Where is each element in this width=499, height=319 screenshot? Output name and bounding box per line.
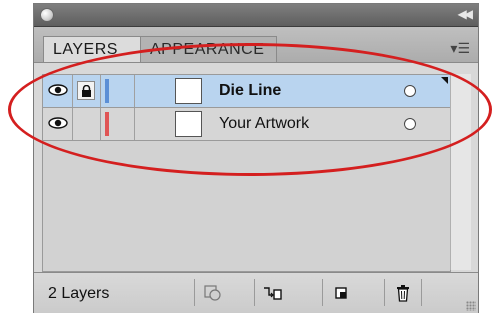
layers-list: Die Line Your Artwork: [42, 74, 451, 272]
create-sublayer-icon: [263, 286, 282, 300]
eye-icon: [48, 117, 68, 129]
target-icon[interactable]: [404, 118, 416, 130]
layer-thumbnail: [175, 78, 202, 104]
lock-toggle[interactable]: [73, 75, 101, 107]
layer-name[interactable]: Die Line: [219, 82, 281, 100]
lock-icon: [82, 85, 91, 97]
layer-color-swatch: [101, 108, 113, 140]
expand-area: [113, 75, 135, 107]
create-new-layer-button[interactable]: [322, 279, 358, 306]
scrollbar[interactable]: [450, 74, 471, 270]
layer-thumbnail: [175, 111, 202, 137]
new-layer-icon: [334, 286, 347, 299]
expand-area: [113, 108, 135, 140]
layer-row[interactable]: Die Line: [43, 75, 450, 108]
color-bar: [105, 79, 109, 103]
visibility-toggle[interactable]: [43, 75, 73, 107]
trash-icon: [397, 284, 409, 302]
make-clipping-mask-button[interactable]: [194, 279, 230, 306]
tab-layers[interactable]: LAYERS: [43, 36, 141, 62]
tab-bar: LAYERS APPEARANCE ▾☰: [34, 27, 478, 63]
current-layer-indicator-icon: [441, 77, 448, 84]
layer-count: 2 Layers: [48, 285, 110, 302]
visibility-toggle[interactable]: [43, 108, 73, 140]
panel-titlebar[interactable]: ◀◀: [34, 4, 478, 27]
close-icon[interactable]: [40, 8, 54, 22]
layers-panel: ◀◀ LAYERS APPEARANCE ▾☰ Die Line Your Ar…: [33, 3, 479, 313]
lock-toggle[interactable]: [73, 108, 101, 140]
layer-row[interactable]: Your Artwork: [43, 108, 450, 141]
delete-layer-button[interactable]: [384, 279, 422, 306]
collapse-icon[interactable]: ◀◀: [458, 7, 474, 21]
panel-footer: 2 Layers: [34, 272, 478, 313]
create-sublayer-button[interactable]: [254, 279, 290, 306]
layer-name[interactable]: Your Artwork: [219, 115, 309, 133]
layer-color-swatch: [101, 75, 113, 107]
resize-grip[interactable]: [466, 301, 476, 311]
tab-appearance[interactable]: APPEARANCE: [141, 36, 277, 62]
eye-icon: [48, 84, 68, 96]
panel-menu-icon[interactable]: ▾☰: [450, 41, 470, 57]
lock-box: [77, 81, 95, 100]
clipping-mask-icon: [203, 284, 221, 301]
target-icon[interactable]: [404, 85, 416, 97]
color-bar: [105, 112, 109, 136]
